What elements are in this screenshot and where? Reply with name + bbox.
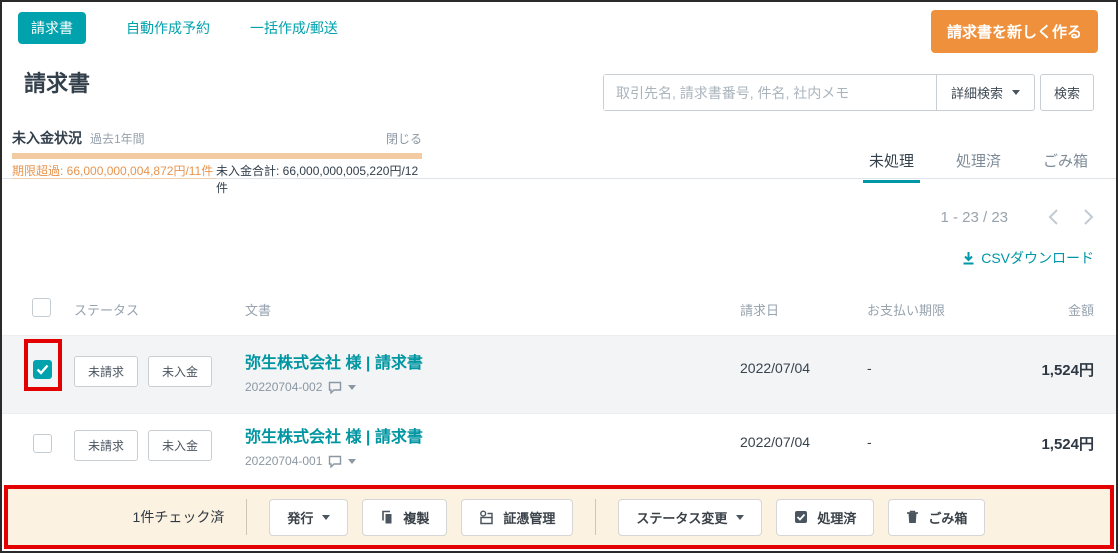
trash-button[interactable]: ごみ箱 (888, 499, 985, 536)
chevron-down-icon (322, 515, 330, 520)
header-amount: 金額 (1068, 300, 1094, 319)
row-checkbox[interactable] (33, 434, 52, 453)
change-status-label: ステータス変更 (636, 508, 727, 527)
chevron-down-icon (736, 515, 744, 520)
unpaid-total-stat: 未入金合計: 66,000,000,005,220円/12件 (216, 163, 422, 197)
divider (246, 499, 247, 535)
selected-count-label: 1件チェック済 (133, 507, 225, 527)
duplicate-button[interactable]: 複製 (362, 499, 447, 536)
header-invoice-date: 請求日 (740, 300, 779, 319)
search-input[interactable] (604, 75, 936, 110)
status-badge: 未請求 (74, 430, 138, 461)
divider (595, 499, 596, 535)
table-header: ステータス 文書 請求日 お支払い期限 金額 (2, 298, 1116, 334)
mark-processed-button[interactable]: 処理済 (776, 499, 874, 536)
overdue-amount-stat[interactable]: 期限超過: 66,000,000,004,872円/11件 (12, 163, 216, 197)
pagination: 1 - 23 / 23 (940, 208, 1094, 226)
due-date-cell: - (867, 434, 872, 450)
amount-cell: 1,524円 (1041, 359, 1094, 380)
select-all-checkbox[interactable] (32, 298, 51, 317)
row-checkbox[interactable] (33, 360, 52, 379)
header-document: 文書 (245, 300, 271, 319)
bulk-action-bar: 1件チェック済 発行 複製 証憑管理 ステータス変更 (4, 485, 1114, 549)
nav-link-auto-create[interactable]: 自動作成予約 (126, 18, 210, 38)
change-status-button[interactable]: ステータス変更 (618, 499, 762, 536)
unpaid-progress-bar (12, 153, 422, 159)
csv-download-link[interactable]: CSVダウンロード (962, 248, 1094, 268)
copy-icon (380, 510, 394, 525)
check-icon (36, 364, 49, 375)
prev-page-button[interactable] (1048, 208, 1059, 226)
new-invoice-button[interactable]: 請求書を新しく作る (931, 10, 1098, 53)
tab-processed[interactable]: 処理済 (950, 150, 1007, 183)
trash-label: ごみ箱 (928, 508, 967, 527)
tab-unprocessed[interactable]: 未処理 (863, 150, 920, 183)
mark-processed-label: 処理済 (817, 508, 856, 527)
download-icon (962, 251, 975, 265)
evidence-label: 証憑管理 (503, 508, 555, 527)
csv-download-label: CSVダウンロード (981, 248, 1094, 268)
page-title: 請求書 (24, 66, 90, 98)
pagination-range: 1 - 23 / 23 (940, 209, 1008, 226)
memo-bubble-icon[interactable] (328, 381, 342, 394)
search-bar: 詳細検索 検索 (603, 74, 1094, 111)
invoice-list-screen: 請求書 自動作成予約 一括作成/郵送 請求書を新しく作る 請求書 詳細検索 検索… (0, 0, 1118, 553)
tab-trash[interactable]: ごみ箱 (1037, 150, 1094, 183)
header-status: ステータス (74, 300, 139, 319)
chevron-down-icon (1012, 90, 1020, 95)
document-title-link[interactable]: 弥生株式会社 様 | 請求書 (245, 423, 423, 447)
check-square-icon (794, 510, 808, 524)
evidence-management-button[interactable]: 証憑管理 (461, 499, 573, 536)
document-title-link[interactable]: 弥生株式会社 様 | 請求書 (245, 349, 423, 373)
invoice-date-cell: 2022/07/04 (740, 360, 810, 376)
table-row: 未請求 未入金 弥生株式会社 様 | 請求書 20220704-001 2022… (2, 413, 1116, 483)
issue-button[interactable]: 発行 (269, 499, 348, 536)
advanced-search-label: 詳細検索 (951, 83, 1003, 102)
nav-link-bulk-create[interactable]: 一括作成/郵送 (250, 18, 338, 38)
advanced-search-button[interactable]: 詳細検索 (936, 75, 1034, 110)
chevron-left-icon (1048, 208, 1059, 226)
amount-cell: 1,524円 (1041, 433, 1094, 454)
document-number: 20220704-001 (245, 454, 322, 468)
document-number: 20220704-002 (245, 380, 322, 394)
status-tabs: 未処理 処理済 ごみ箱 (863, 150, 1094, 183)
memo-bubble-icon[interactable] (328, 455, 342, 468)
due-date-cell: - (867, 360, 872, 376)
status-badge: 未入金 (148, 430, 212, 461)
search-button[interactable]: 検索 (1040, 74, 1094, 111)
evidence-icon (479, 510, 494, 525)
nav-tab-invoices[interactable]: 請求書 (18, 12, 86, 44)
invoice-date-cell: 2022/07/04 (740, 434, 810, 450)
header-due-date: お支払い期限 (867, 300, 945, 319)
status-badge: 未入金 (148, 356, 212, 387)
issue-label: 発行 (287, 508, 313, 527)
top-nav: 請求書 自動作成予約 一括作成/郵送 (18, 12, 338, 44)
next-page-button[interactable] (1083, 208, 1094, 226)
status-badge: 未請求 (74, 356, 138, 387)
unpaid-status-panel: 未入金状況 過去1年間 閉じる 期限超過: 66,000,000,004,872… (12, 128, 422, 197)
duplicate-label: 複製 (403, 508, 429, 527)
search-group: 詳細検索 (603, 74, 1035, 111)
trash-icon (906, 510, 919, 524)
close-panel-button[interactable]: 閉じる (386, 130, 422, 147)
unpaid-period-label: 過去1年間 (90, 130, 145, 147)
document-menu-caret[interactable] (348, 385, 356, 390)
document-menu-caret[interactable] (348, 459, 356, 464)
table-row: 未請求 未入金 弥生株式会社 様 | 請求書 20220704-002 2022… (2, 335, 1116, 413)
chevron-right-icon (1083, 208, 1094, 226)
unpaid-panel-title: 未入金状況 (12, 128, 82, 148)
